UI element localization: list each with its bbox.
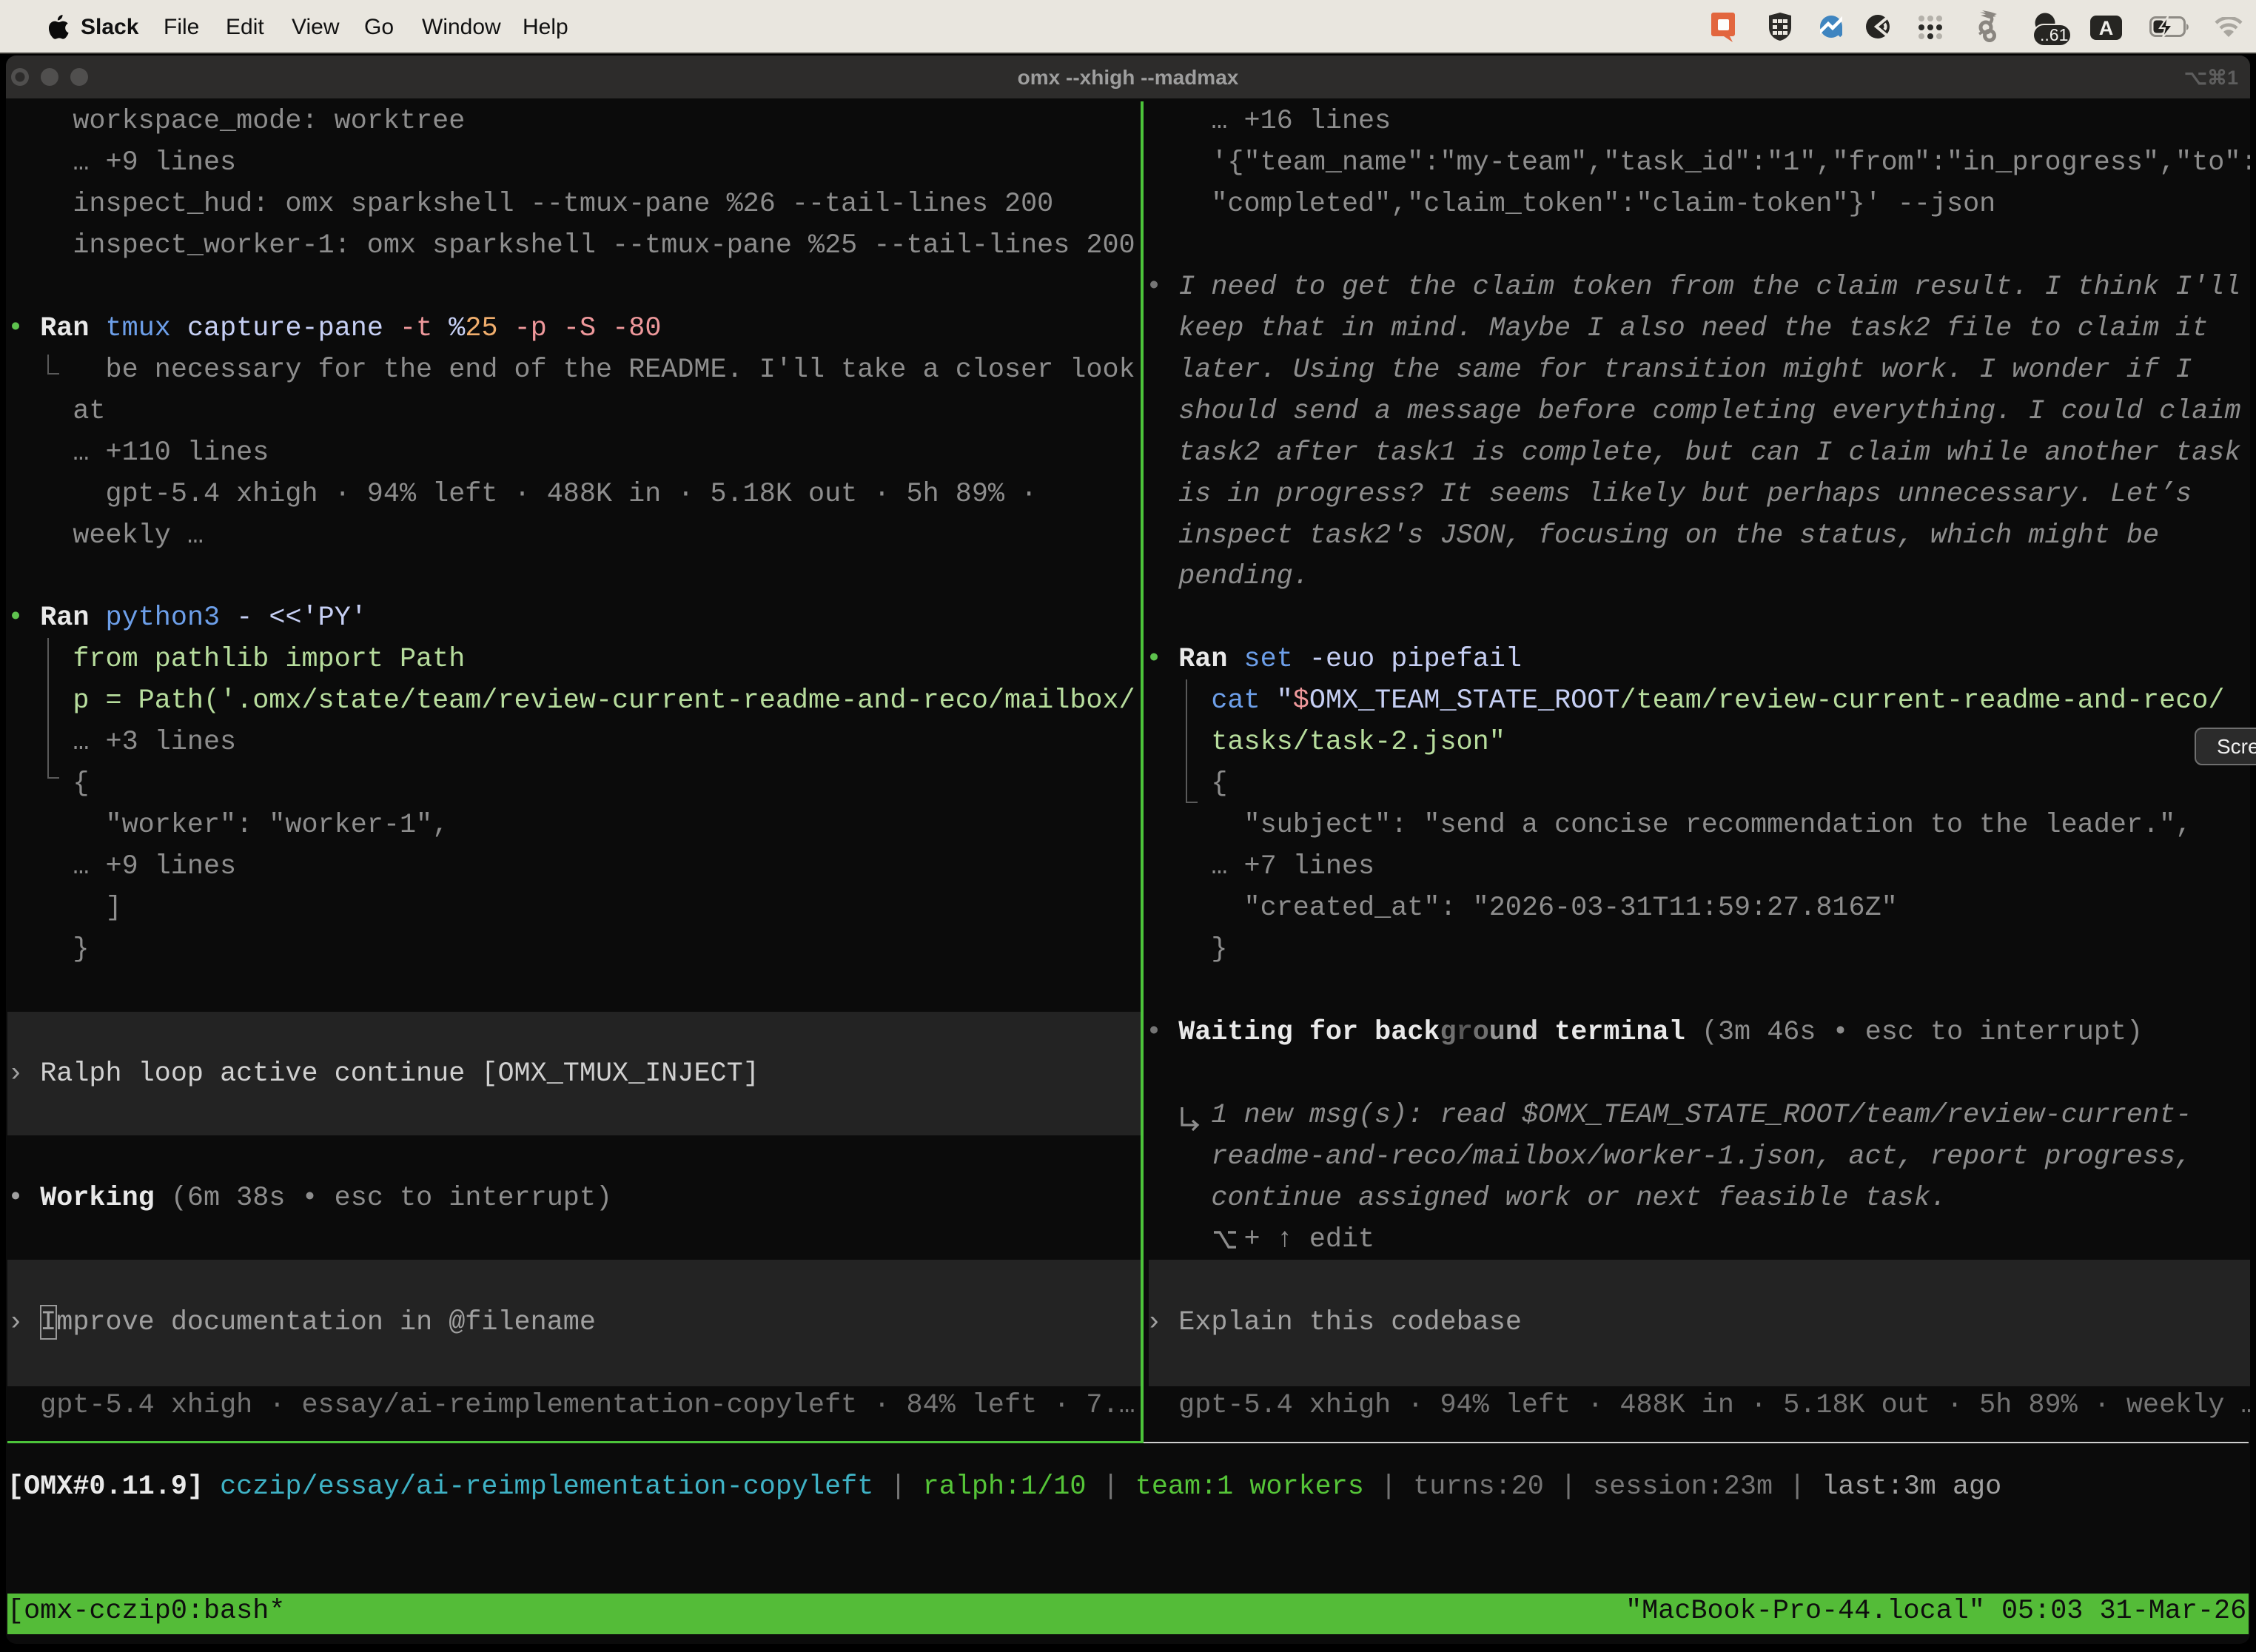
svg-text:..61: ..61	[2040, 25, 2068, 44]
